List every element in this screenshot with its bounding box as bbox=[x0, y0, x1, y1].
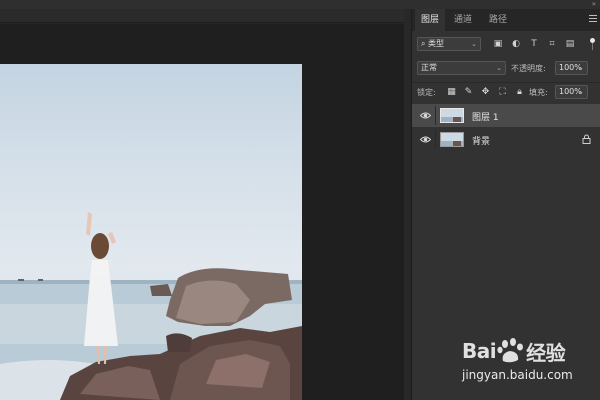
layer-row-layer-1[interactable]: 图层 1 bbox=[412, 104, 600, 127]
smart-object-filter-icon[interactable]: ▤ bbox=[564, 38, 576, 50]
lock-artboard-icon[interactable]: ⛶ bbox=[497, 87, 508, 98]
watermark-url: jingyan.baidu.com bbox=[462, 368, 573, 382]
lock-row: 锁定: ▦ ✎ ✥ ⛶ 🔒︎ 填充: 100% ⌄ bbox=[412, 82, 600, 100]
chevron-down-icon: ⌄ bbox=[496, 64, 502, 72]
eye-icon[interactable] bbox=[420, 134, 431, 145]
search-icon: ⌕ bbox=[421, 39, 426, 48]
layer-row-background[interactable]: 背景 bbox=[412, 128, 600, 151]
panel-tab-bar: 图层 通道 路径 bbox=[412, 9, 600, 31]
chevron-down-icon: ⌄ bbox=[578, 88, 584, 96]
baidu-logo: Bai 经验 bbox=[462, 336, 566, 366]
lock-label: 锁定: bbox=[417, 88, 436, 97]
collapse-panels-icon[interactable]: » bbox=[592, 0, 596, 8]
fill-label: 填充: bbox=[529, 88, 548, 97]
panel-menu-icon[interactable] bbox=[589, 15, 597, 23]
canvas-photo[interactable] bbox=[0, 64, 302, 400]
opacity-input[interactable]: 100% ⌄ bbox=[555, 61, 588, 75]
lock-all-icon[interactable]: 🔒︎ bbox=[514, 87, 525, 98]
blend-row: 正常 ⌄ 不透明度: 100% ⌄ bbox=[412, 59, 600, 77]
filter-kind-label: 类型 bbox=[428, 39, 445, 48]
lock-icon[interactable] bbox=[582, 134, 591, 144]
adjustment-filter-icon[interactable]: ◐ bbox=[510, 38, 522, 50]
lock-move-icon[interactable]: ✥ bbox=[480, 87, 491, 98]
type-filter-icon[interactable]: T bbox=[528, 38, 540, 50]
opacity-label: 不透明度: bbox=[511, 64, 546, 73]
layer-name: 图层 1 bbox=[472, 113, 499, 123]
tab-channels[interactable]: 通道 bbox=[454, 9, 472, 31]
top-strip: » bbox=[0, 0, 600, 9]
paw-icon bbox=[497, 338, 524, 363]
image-filter-icon[interactable]: ▣ bbox=[492, 38, 504, 50]
blend-mode-value: 正常 bbox=[421, 63, 437, 72]
layer-name: 背景 bbox=[472, 137, 491, 147]
lock-paint-icon[interactable]: ✎ bbox=[463, 87, 474, 98]
lock-transparent-icon[interactable]: ▦ bbox=[446, 87, 457, 98]
tab-layers[interactable]: 图层 bbox=[415, 9, 446, 31]
baidu-jingyan-watermark: Bai 经验 jingyan.baidu.com bbox=[462, 336, 598, 396]
layer-filter-row: ⌕ 类型 ⌄ ▣ ◐ T ⌗ ▤ bbox=[412, 35, 600, 53]
fill-input[interactable]: 100% ⌄ bbox=[555, 85, 588, 99]
filter-kind-select[interactable]: ⌕ 类型 ⌄ bbox=[417, 37, 481, 51]
filter-toggle[interactable] bbox=[589, 38, 596, 50]
watermark-logo-text: Bai bbox=[462, 339, 497, 363]
tab-paths[interactable]: 路径 bbox=[489, 9, 507, 31]
layer-thumbnail bbox=[440, 132, 464, 147]
layers-list: 图层 1 背景 bbox=[412, 101, 600, 161]
layer-thumbnail bbox=[440, 108, 464, 123]
chevron-down-icon: ⌄ bbox=[578, 64, 584, 72]
blend-mode-select[interactable]: 正常 ⌄ bbox=[417, 61, 506, 75]
beach-photo-image bbox=[0, 212, 302, 400]
watermark-logo-text-2: 经验 bbox=[526, 340, 566, 365]
shape-filter-icon[interactable]: ⌗ bbox=[546, 38, 558, 50]
chevron-down-icon: ⌄ bbox=[471, 40, 477, 48]
document-tab-bar bbox=[0, 9, 404, 23]
eye-icon[interactable] bbox=[420, 110, 431, 121]
